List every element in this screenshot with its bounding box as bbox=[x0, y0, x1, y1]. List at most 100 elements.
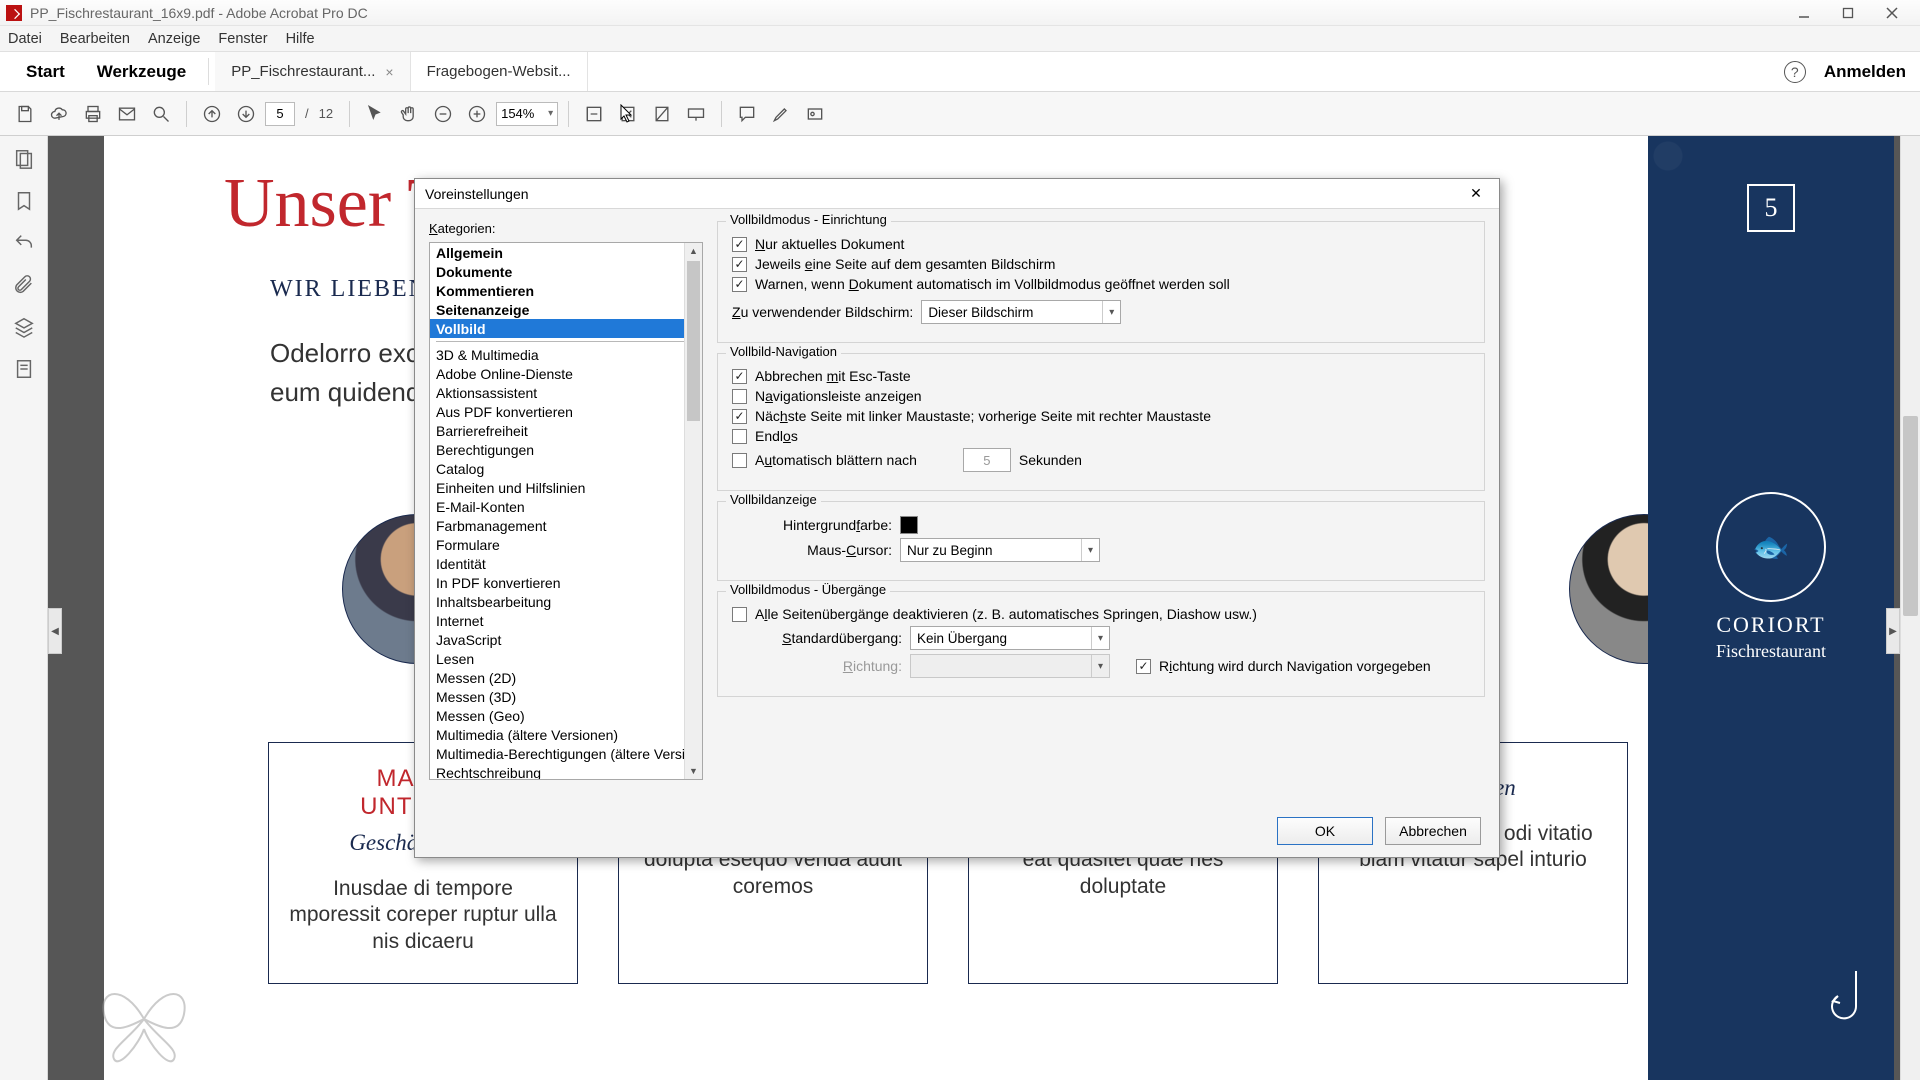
scroll-thumb[interactable] bbox=[1903, 416, 1918, 616]
category-item[interactable]: Farbmanagement bbox=[430, 516, 702, 535]
signatures-icon[interactable] bbox=[13, 358, 35, 380]
scroll-thumb[interactable] bbox=[687, 261, 700, 421]
category-item[interactable]: E-Mail-Konten bbox=[430, 497, 702, 516]
comment-icon[interactable] bbox=[732, 99, 762, 129]
category-item[interactable]: Identität bbox=[430, 554, 702, 573]
doc-tab-2[interactable]: Fragebogen-Websit... bbox=[411, 52, 588, 91]
hand-tool-icon[interactable] bbox=[394, 99, 424, 129]
maximize-button[interactable] bbox=[1826, 0, 1870, 25]
category-item[interactable]: Messen (Geo) bbox=[430, 706, 702, 725]
login-button[interactable]: Anmelden bbox=[1824, 62, 1906, 82]
category-item[interactable]: Aus PDF konvertieren bbox=[430, 402, 702, 421]
scroll-up-icon[interactable]: ▲ bbox=[685, 243, 702, 259]
category-item[interactable]: Messen (2D) bbox=[430, 668, 702, 687]
menu-fenster[interactable]: Fenster bbox=[218, 31, 267, 47]
category-item[interactable]: Internet bbox=[430, 611, 702, 630]
close-tab-icon[interactable]: × bbox=[385, 64, 393, 80]
category-item[interactable]: Dokumente bbox=[430, 262, 702, 281]
seconds-input[interactable] bbox=[963, 448, 1011, 472]
category-item[interactable]: Lesen bbox=[430, 649, 702, 668]
checkbox-loop[interactable] bbox=[732, 429, 747, 444]
dialog-titlebar[interactable]: Voreinstellungen ✕ bbox=[415, 179, 1499, 209]
menu-anzeige[interactable]: Anzeige bbox=[148, 31, 200, 47]
collapse-right-icon[interactable]: ▶ bbox=[1886, 608, 1900, 654]
checkbox-disable-trans[interactable] bbox=[732, 607, 747, 622]
bookmarks-icon[interactable] bbox=[13, 190, 35, 212]
category-item[interactable]: Multimedia (ältere Versionen) bbox=[430, 725, 702, 744]
category-item[interactable]: Seitenanzeige bbox=[430, 300, 702, 319]
menu-hilfe[interactable]: Hilfe bbox=[286, 31, 315, 47]
transition-dropdown[interactable]: Kein Übergang▾ bbox=[910, 626, 1110, 650]
checkbox-direction-nav[interactable] bbox=[1136, 659, 1151, 674]
categories-listbox[interactable]: AllgemeinDokumenteKommentierenSeitenanze… bbox=[429, 242, 703, 780]
zoom-dropdown[interactable]: 154%▾ bbox=[496, 102, 558, 126]
sign-icon[interactable] bbox=[800, 99, 830, 129]
highlight-icon[interactable] bbox=[766, 99, 796, 129]
cursor-dropdown[interactable]: Nur zu Beginn▾ bbox=[900, 538, 1100, 562]
group-title: Vollbildmodus - Übergänge bbox=[726, 582, 890, 597]
screen-dropdown[interactable]: Dieser Bildschirm▾ bbox=[921, 300, 1121, 324]
attachments-icon[interactable] bbox=[13, 274, 35, 296]
help-button[interactable]: ? bbox=[1784, 61, 1806, 83]
category-item[interactable]: Einheiten und Hilfslinien bbox=[430, 478, 702, 497]
category-item[interactable]: Inhaltsbearbeitung bbox=[430, 592, 702, 611]
category-item[interactable]: JavaScript bbox=[430, 630, 702, 649]
search-icon[interactable] bbox=[146, 99, 176, 129]
zoom-in-icon[interactable] bbox=[462, 99, 492, 129]
mail-icon[interactable] bbox=[112, 99, 142, 129]
ok-button[interactable]: OK bbox=[1277, 817, 1373, 845]
checkbox-auto[interactable] bbox=[732, 453, 747, 468]
menu-bearbeiten[interactable]: Bearbeiten bbox=[60, 31, 130, 47]
category-item[interactable]: Messen (3D) bbox=[430, 687, 702, 706]
category-item[interactable]: Multimedia-Berechtigungen (ältere Versio… bbox=[430, 744, 702, 763]
checkbox-warn[interactable] bbox=[732, 277, 747, 292]
dialog-close-button[interactable]: ✕ bbox=[1463, 183, 1489, 205]
select-tool-icon[interactable] bbox=[360, 99, 390, 129]
zoom-out-icon[interactable] bbox=[428, 99, 458, 129]
tools-tab[interactable]: Werkzeuge bbox=[81, 52, 202, 91]
close-window-button[interactable] bbox=[1870, 0, 1914, 25]
listbox-scrollbar[interactable]: ▲ ▼ bbox=[684, 243, 702, 779]
read-mode-icon[interactable] bbox=[681, 99, 711, 129]
collapse-left-icon[interactable]: ◀ bbox=[48, 608, 62, 654]
category-item[interactable]: Rechtschreibung bbox=[430, 763, 702, 780]
checkbox-escape[interactable] bbox=[732, 369, 747, 384]
group-fullscreen-setup: Vollbildmodus - Einrichtung Nur aktuelle… bbox=[717, 221, 1485, 343]
checkbox-navbar[interactable] bbox=[732, 389, 747, 404]
category-item[interactable]: Catalog bbox=[430, 459, 702, 478]
category-item[interactable]: Aktionsassistent bbox=[430, 383, 702, 402]
undo-nav-icon[interactable] bbox=[13, 232, 35, 254]
category-item[interactable]: 3D & Multimedia bbox=[430, 345, 702, 364]
nav-panel bbox=[0, 136, 48, 1080]
minimize-button[interactable] bbox=[1782, 0, 1826, 25]
checkbox-mouse-nav[interactable] bbox=[732, 409, 747, 424]
category-item[interactable]: Adobe Online-Dienste bbox=[430, 364, 702, 383]
fit-width-icon[interactable] bbox=[579, 99, 609, 129]
next-page-icon[interactable] bbox=[231, 99, 261, 129]
category-item[interactable]: Barrierefreiheit bbox=[430, 421, 702, 440]
checkbox-one-page[interactable] bbox=[732, 257, 747, 272]
mouse-cursor-icon bbox=[620, 104, 634, 124]
doc-tab-1[interactable]: PP_Fischrestaurant... × bbox=[215, 52, 410, 91]
layers-icon[interactable] bbox=[13, 316, 35, 338]
thumbnails-icon[interactable] bbox=[13, 148, 35, 170]
cancel-button[interactable]: Abbrechen bbox=[1385, 817, 1481, 845]
category-item[interactable]: Kommentieren bbox=[430, 281, 702, 300]
category-item[interactable]: Vollbild bbox=[430, 319, 702, 338]
category-item[interactable]: In PDF konvertieren bbox=[430, 573, 702, 592]
scroll-down-icon[interactable]: ▼ bbox=[685, 763, 702, 779]
bg-color-swatch[interactable] bbox=[900, 516, 918, 534]
vertical-scrollbar[interactable] bbox=[1900, 136, 1920, 1080]
page-number-input[interactable] bbox=[265, 102, 295, 126]
menu-datei[interactable]: Datei bbox=[8, 31, 42, 47]
prev-page-icon[interactable] bbox=[197, 99, 227, 129]
save-icon[interactable] bbox=[10, 99, 40, 129]
category-item[interactable]: Berechtigungen bbox=[430, 440, 702, 459]
checkbox-current-doc[interactable] bbox=[732, 237, 747, 252]
cloud-icon[interactable] bbox=[44, 99, 74, 129]
page-display-icon[interactable] bbox=[647, 99, 677, 129]
category-item[interactable]: Formulare bbox=[430, 535, 702, 554]
category-item[interactable]: Allgemein bbox=[430, 243, 702, 262]
start-tab[interactable]: Start bbox=[10, 52, 81, 91]
print-icon[interactable] bbox=[78, 99, 108, 129]
